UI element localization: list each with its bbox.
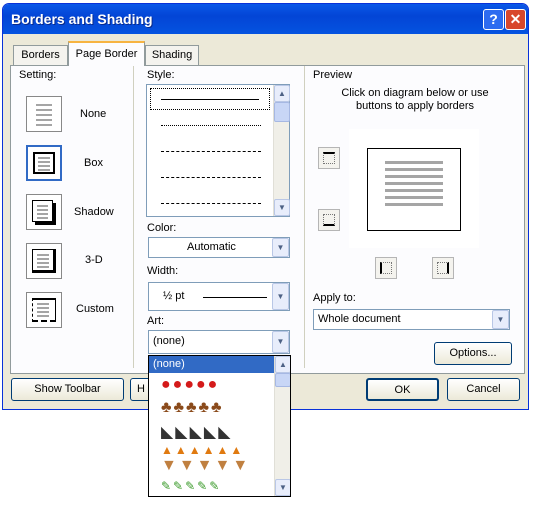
style-list[interactable]: ▲ ▼ bbox=[146, 84, 290, 217]
scroll-up-icon[interactable]: ▲ bbox=[274, 85, 290, 102]
left-border-icon bbox=[380, 262, 392, 274]
close-button[interactable]: ✕ bbox=[505, 9, 526, 30]
chevron-down-icon[interactable]: ▼ bbox=[272, 331, 289, 353]
style-solid-line bbox=[161, 99, 259, 100]
tab-page-border-label: Page Border bbox=[75, 48, 138, 60]
right-border-button[interactable] bbox=[432, 257, 454, 279]
setting-label: Setting: bbox=[19, 69, 57, 81]
options-button[interactable]: Options... bbox=[434, 342, 512, 365]
chevron-down-icon[interactable]: ▼ bbox=[272, 238, 289, 257]
ice-cream-cone-art-icon[interactable]: ▼▼▼▼▼ bbox=[161, 457, 271, 481]
preview-label: Preview bbox=[313, 69, 353, 81]
scroll-thumb[interactable] bbox=[274, 102, 290, 122]
setting-3d-label[interactable]: 3-D bbox=[85, 254, 103, 266]
width-value: ½ pt bbox=[163, 290, 185, 302]
width-line-preview bbox=[203, 297, 267, 298]
help-button[interactable]: ? bbox=[483, 9, 504, 30]
color-value: Automatic bbox=[187, 241, 236, 253]
art-option-none-label: (none) bbox=[153, 358, 185, 370]
color-dropdown[interactable]: Automatic ▼ bbox=[148, 237, 290, 258]
bottom-border-icon bbox=[323, 214, 335, 226]
style-item-selected[interactable] bbox=[150, 88, 270, 110]
art-value: (none) bbox=[153, 335, 185, 347]
dialog-title: Borders and Shading bbox=[11, 11, 153, 27]
color-label: Color: bbox=[147, 222, 177, 234]
apple-art-icon[interactable]: ●●●●● bbox=[161, 376, 271, 400]
tab-borders-label: Borders bbox=[21, 49, 60, 61]
setting-custom-icon[interactable] bbox=[26, 292, 62, 328]
scroll-up-icon[interactable]: ▲ bbox=[275, 356, 290, 373]
chevron-down-icon[interactable]: ▼ bbox=[272, 283, 289, 310]
divider-right bbox=[304, 66, 305, 368]
style-dotted-line[interactable] bbox=[161, 125, 261, 126]
tab-shading[interactable]: Shading bbox=[145, 45, 199, 65]
tab-shading-label: Shading bbox=[151, 49, 193, 61]
width-label: Width: bbox=[147, 265, 179, 277]
setting-box-icon[interactable] bbox=[26, 145, 62, 181]
left-border-button[interactable] bbox=[375, 257, 397, 279]
preview-diagram[interactable] bbox=[349, 129, 479, 248]
pencil-art-icon[interactable]: ✎✎✎✎✎ bbox=[161, 479, 271, 496]
apply-to-dropdown[interactable]: Whole document ▼ bbox=[313, 309, 510, 330]
show-toolbar-button[interactable]: Show Toolbar bbox=[11, 378, 124, 401]
setting-none-label[interactable]: None bbox=[80, 108, 106, 120]
top-border-icon bbox=[323, 152, 335, 164]
preview-text-lines bbox=[385, 161, 443, 206]
style-dashed-line[interactable] bbox=[161, 151, 261, 152]
art-dropdown[interactable]: (none) ▼ bbox=[148, 330, 290, 354]
cancel-button[interactable]: Cancel bbox=[447, 378, 520, 401]
setting-shadow-icon[interactable] bbox=[26, 194, 62, 230]
scroll-down-icon[interactable]: ▼ bbox=[274, 199, 290, 216]
chevron-down-icon[interactable]: ▼ bbox=[492, 310, 509, 329]
setting-3d-icon[interactable] bbox=[26, 243, 62, 279]
width-dropdown[interactable]: ½ pt ▼ bbox=[148, 282, 290, 311]
apply-to-value: Whole document bbox=[318, 313, 401, 325]
style-dash-dot-line[interactable] bbox=[161, 203, 261, 204]
divider-left bbox=[133, 66, 134, 368]
top-border-button[interactable] bbox=[318, 147, 340, 169]
style-scrollbar[interactable]: ▲ ▼ bbox=[273, 85, 290, 216]
art-option-none[interactable]: (none) bbox=[149, 356, 274, 373]
style-label: Style: bbox=[147, 69, 175, 81]
right-border-icon bbox=[437, 262, 449, 274]
art-dropdown-list[interactable]: (none) ●●●●● ♣♣♣♣♣ ◣◣◣◣◣ ▲▲▲▲▲▲ ▼▼▼▼▼ ✎✎… bbox=[148, 355, 291, 497]
setting-shadow-label[interactable]: Shadow bbox=[74, 206, 114, 218]
preview-hint: Click on diagram below or use buttons to… bbox=[341, 87, 489, 112]
tab-page-border[interactable]: Page Border bbox=[68, 41, 145, 66]
setting-box-label[interactable]: Box bbox=[84, 157, 103, 169]
cupcake-art-icon[interactable]: ♣♣♣♣♣ bbox=[161, 399, 271, 423]
ok-button[interactable]: OK bbox=[366, 378, 439, 401]
scroll-thumb[interactable] bbox=[275, 373, 290, 387]
bottom-border-button[interactable] bbox=[318, 209, 340, 231]
scroll-down-icon[interactable]: ▼ bbox=[275, 479, 290, 496]
art-scrollbar[interactable]: ▲ ▼ bbox=[274, 356, 290, 496]
art-label: Art: bbox=[147, 315, 165, 327]
setting-none-icon[interactable] bbox=[26, 96, 62, 132]
style-long-dash-line[interactable] bbox=[161, 177, 261, 178]
setting-custom-label[interactable]: Custom bbox=[76, 303, 114, 315]
tab-borders[interactable]: Borders bbox=[13, 45, 68, 65]
title-bar[interactable]: Borders and Shading ? ✕ bbox=[3, 4, 528, 34]
apply-to-label: Apply to: bbox=[313, 292, 356, 304]
